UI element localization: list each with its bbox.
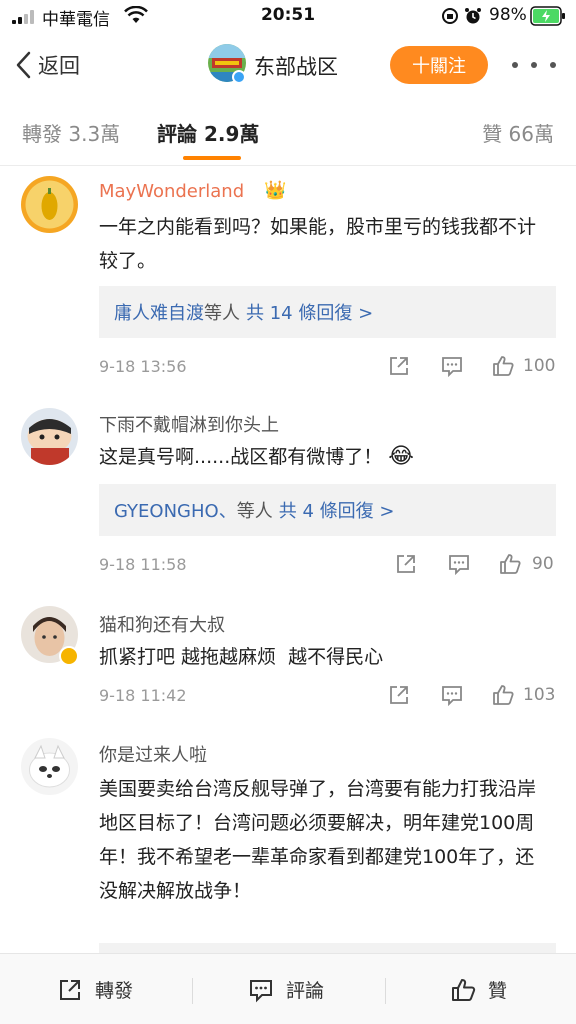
comment-item: MayWonderland 👑 一年之内能看到吗？如果能，股市里亏的钱我都不计较… <box>0 166 576 394</box>
share-icon <box>60 979 80 1000</box>
crown-emoji-icon: 👑 <box>264 180 287 201</box>
reply-suffix: 等人 <box>204 303 240 324</box>
battery-icon <box>530 6 565 26</box>
status-bar: 中華電信 20:51 98% <box>0 0 576 32</box>
reply-count: 共 14 條回復 > <box>246 303 374 324</box>
tab-repost[interactable]: 轉發 3.3萬 <box>22 118 120 147</box>
share-icon[interactable] <box>394 552 418 576</box>
divider <box>385 978 386 1004</box>
comment-label: 評論 <box>286 980 325 1002</box>
avatar[interactable] <box>21 738 78 795</box>
back-label: 返回 <box>38 54 80 78</box>
like-count: 100 <box>523 356 556 376</box>
battery-percent: 98% <box>489 5 527 25</box>
replies-link[interactable]: GYEONGHO、 等人 共 4 條回復 > <box>99 484 556 536</box>
back-button[interactable]: 返回 <box>14 48 80 82</box>
comment-text: 美国要卖给台湾反舰导弹了，台湾要有能力打我沿岸地区目标了！台湾问题必须要解决，明… <box>99 778 537 902</box>
reply-count: 共 4 條回復 > <box>278 501 395 522</box>
lock-rotation-icon <box>442 8 458 24</box>
comment-item: 猫和狗还有大叔 抓紧打吧 越拖越麻烦 越不得民心 9-18 11:42 103 <box>0 596 576 726</box>
share-icon[interactable] <box>387 354 411 378</box>
comment-item: 下雨不戴帽淋到你头上 这是真号啊......战区都有微博了！ 😂 GYEONGH… <box>0 394 576 596</box>
verified-badge-icon <box>59 646 79 666</box>
comment-author[interactable]: 你是过来人啦 <box>99 741 207 767</box>
comment-icon[interactable] <box>440 683 464 707</box>
like-count: 103 <box>523 685 556 705</box>
laughing-emoji-icon: 😂 <box>388 444 415 469</box>
comment-icon <box>250 979 272 1002</box>
avatar[interactable] <box>21 176 78 233</box>
comment-time: 9-18 13:56 <box>99 357 187 376</box>
thumbs-up-icon[interactable] <box>498 552 522 576</box>
like-label: 贊 <box>488 980 508 1002</box>
replies-link[interactable]: 庸人难自渡 等人 共 14 條回復 > <box>99 286 556 338</box>
replies-link[interactable] <box>99 943 556 953</box>
verified-badge-icon <box>232 70 246 84</box>
like-button[interactable]: 贊 <box>450 954 507 1024</box>
like-count: 90 <box>532 554 554 574</box>
bottom-action-bar: 轉發 評論 贊 <box>0 953 576 1024</box>
comment-button[interactable]: 評論 <box>248 954 324 1024</box>
more-icon[interactable] <box>512 54 556 76</box>
comment-icon[interactable] <box>447 552 471 576</box>
thumbs-up-icon[interactable] <box>491 354 515 378</box>
comment-author[interactable]: MayWonderland <box>99 181 244 202</box>
comment-text: 一年之内能看到吗？如果能，股市里亏的钱我都不计较了。 <box>99 216 537 272</box>
reply-names: 庸人难自渡 <box>114 303 204 324</box>
comment-item: 你是过来人啦 美国要卖给台湾反舰导弹了，台湾要有能力打我沿岸地区目标了！台湾问题… <box>0 726 576 953</box>
reply-suffix: 等人 <box>236 501 273 522</box>
comment-text: 抓紧打吧 越拖越麻烦 越不得民心 <box>99 646 384 668</box>
comment-time: 9-18 11:42 <box>99 686 187 705</box>
tab-bar: 轉發 3.3萬 評論 2.9萬 贊 66萬 <box>0 98 576 166</box>
reply-names: GYEONGHO、 <box>114 501 237 522</box>
nav-bar: 返回 东部战区 十關注 <box>0 32 576 98</box>
comment-author[interactable]: 下雨不戴帽淋到你头上 <box>99 411 279 437</box>
tab-comment[interactable]: 評論 2.9萬 <box>157 118 259 147</box>
comment-time: 9-18 11:58 <box>99 555 187 574</box>
comment-icon[interactable] <box>440 354 464 378</box>
thumbs-up-icon[interactable] <box>491 683 515 707</box>
comment-text: 这是真号啊......战区都有微博了！ 😂 <box>99 440 551 474</box>
follow-button[interactable]: 十關注 <box>390 46 488 84</box>
page-title: 东部战区 <box>254 55 338 79</box>
active-tab-indicator <box>183 156 241 160</box>
tab-like[interactable]: 贊 66萬 <box>482 118 554 147</box>
divider <box>192 978 193 1004</box>
back-chevron-icon <box>16 51 31 79</box>
repost-button[interactable]: 轉發 <box>57 954 133 1024</box>
alarm-icon <box>465 8 481 24</box>
thumbs-up-icon <box>452 978 476 1001</box>
comment-author[interactable]: 猫和狗还有大叔 <box>99 611 225 637</box>
repost-label: 轉發 <box>95 980 134 1002</box>
comment-text-content: 这是真号啊......战区都有微博了！ <box>99 446 383 468</box>
avatar[interactable] <box>21 408 78 465</box>
share-icon[interactable] <box>387 683 411 707</box>
